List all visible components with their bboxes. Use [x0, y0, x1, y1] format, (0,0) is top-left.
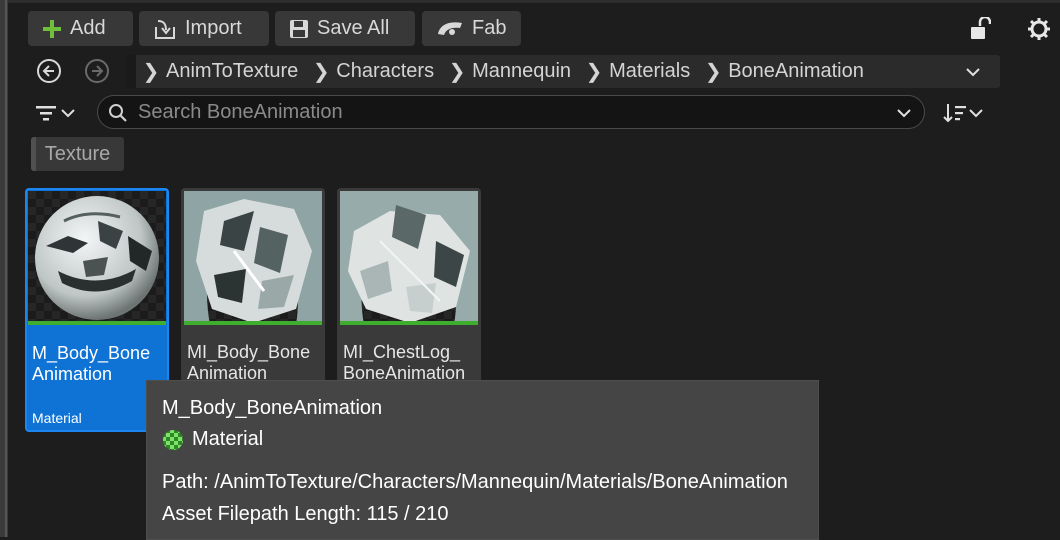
sort-dropdown[interactable] [938, 100, 988, 126]
sort-icon [943, 104, 966, 123]
save-all-button[interactable]: Save All [275, 11, 415, 46]
breadcrumb-item[interactable]: ❯ Mannequin [442, 59, 579, 84]
chevron-right-icon: ❯ [585, 61, 603, 83]
asset-thumbnail [28, 191, 166, 325]
filter-dropdown[interactable] [30, 100, 80, 126]
top-edge [0, 0, 1060, 3]
fab-label: Fab [472, 17, 507, 39]
breadcrumb-item[interactable]: ❯ AnimToTexture [136, 59, 306, 84]
breadcrumb-label: Characters [336, 60, 435, 82]
asset-name: MI_ChestLog_ BoneAnimation [343, 342, 466, 383]
tooltip-filepath-length: Asset Filepath Length: 115 / 210 [162, 503, 449, 525]
search-input[interactable] [138, 100, 858, 124]
asset-type-bar [340, 321, 478, 325]
asset-type-bar [184, 321, 322, 325]
breadcrumb-label: Mannequin [472, 60, 572, 82]
filter-chip-texture[interactable]: Texture [31, 137, 124, 171]
settings-gear-icon[interactable] [1026, 16, 1052, 42]
tooltip-type-row: Material [162, 428, 263, 451]
breadcrumb-label: AnimToTexture [166, 60, 299, 82]
search-options-chevron-down-icon[interactable] [896, 108, 912, 118]
search-icon [109, 104, 127, 122]
panel-left-border [0, 0, 8, 537]
chevron-right-icon: ❯ [704, 61, 722, 83]
import-icon [155, 19, 175, 39]
forward-arrow-icon[interactable] [85, 59, 109, 83]
chevron-right-icon: ❯ [312, 61, 330, 83]
add-label: Add [70, 17, 106, 39]
add-button[interactable]: Add [28, 11, 133, 46]
asset-type-bar [28, 321, 166, 325]
breadcrumb-item[interactable]: ❯ BoneAnimation [698, 59, 872, 84]
back-arrow-icon[interactable] [37, 59, 61, 83]
asset-type-label: Material [32, 410, 82, 426]
import-label: Import [185, 17, 242, 39]
asset-thumbnail [184, 191, 322, 325]
breadcrumb-label: BoneAnimation [728, 60, 864, 82]
material-icon [163, 429, 183, 450]
asset-name: MI_Body_Bone Animation [187, 342, 311, 383]
save-all-label: Save All [317, 17, 390, 39]
lock-icon[interactable] [968, 16, 992, 42]
asset-tooltip: M_Body_BoneAnimation Material Path: /Ani… [146, 380, 819, 540]
breadcrumb-lead [126, 55, 136, 88]
filter-icon [36, 106, 56, 121]
import-button[interactable]: Import [139, 11, 269, 46]
tooltip-type-label: Material [192, 428, 264, 450]
chevron-down-icon [61, 109, 75, 118]
fab-icon [438, 21, 462, 35]
chevron-right-icon: ❯ [142, 61, 160, 83]
fab-button[interactable]: Fab [422, 11, 521, 46]
save-icon [290, 19, 308, 38]
breadcrumb-item[interactable]: ❯ Characters [306, 59, 442, 84]
breadcrumb-history-chevron-down-icon[interactable] [960, 62, 986, 82]
tooltip-title: M_Body_BoneAnimation [162, 397, 383, 419]
asset-thumbnail [340, 191, 478, 325]
chevron-right-icon: ❯ [448, 61, 466, 83]
tooltip-path: Path: /AnimToTexture/Characters/Mannequi… [162, 471, 788, 493]
plus-icon [43, 19, 61, 38]
breadcrumb-label: Materials [609, 60, 691, 82]
filter-chip-label: Texture [44, 142, 111, 165]
breadcrumb-item[interactable]: ❯ Materials [579, 59, 698, 84]
search-box[interactable] [97, 95, 925, 129]
breadcrumb: ❯ AnimToTexture ❯ Characters ❯ Mannequin ❯ M… [126, 55, 1000, 88]
asset-name: M_Body_Bone Animation [32, 343, 151, 384]
chevron-down-icon [969, 109, 983, 118]
